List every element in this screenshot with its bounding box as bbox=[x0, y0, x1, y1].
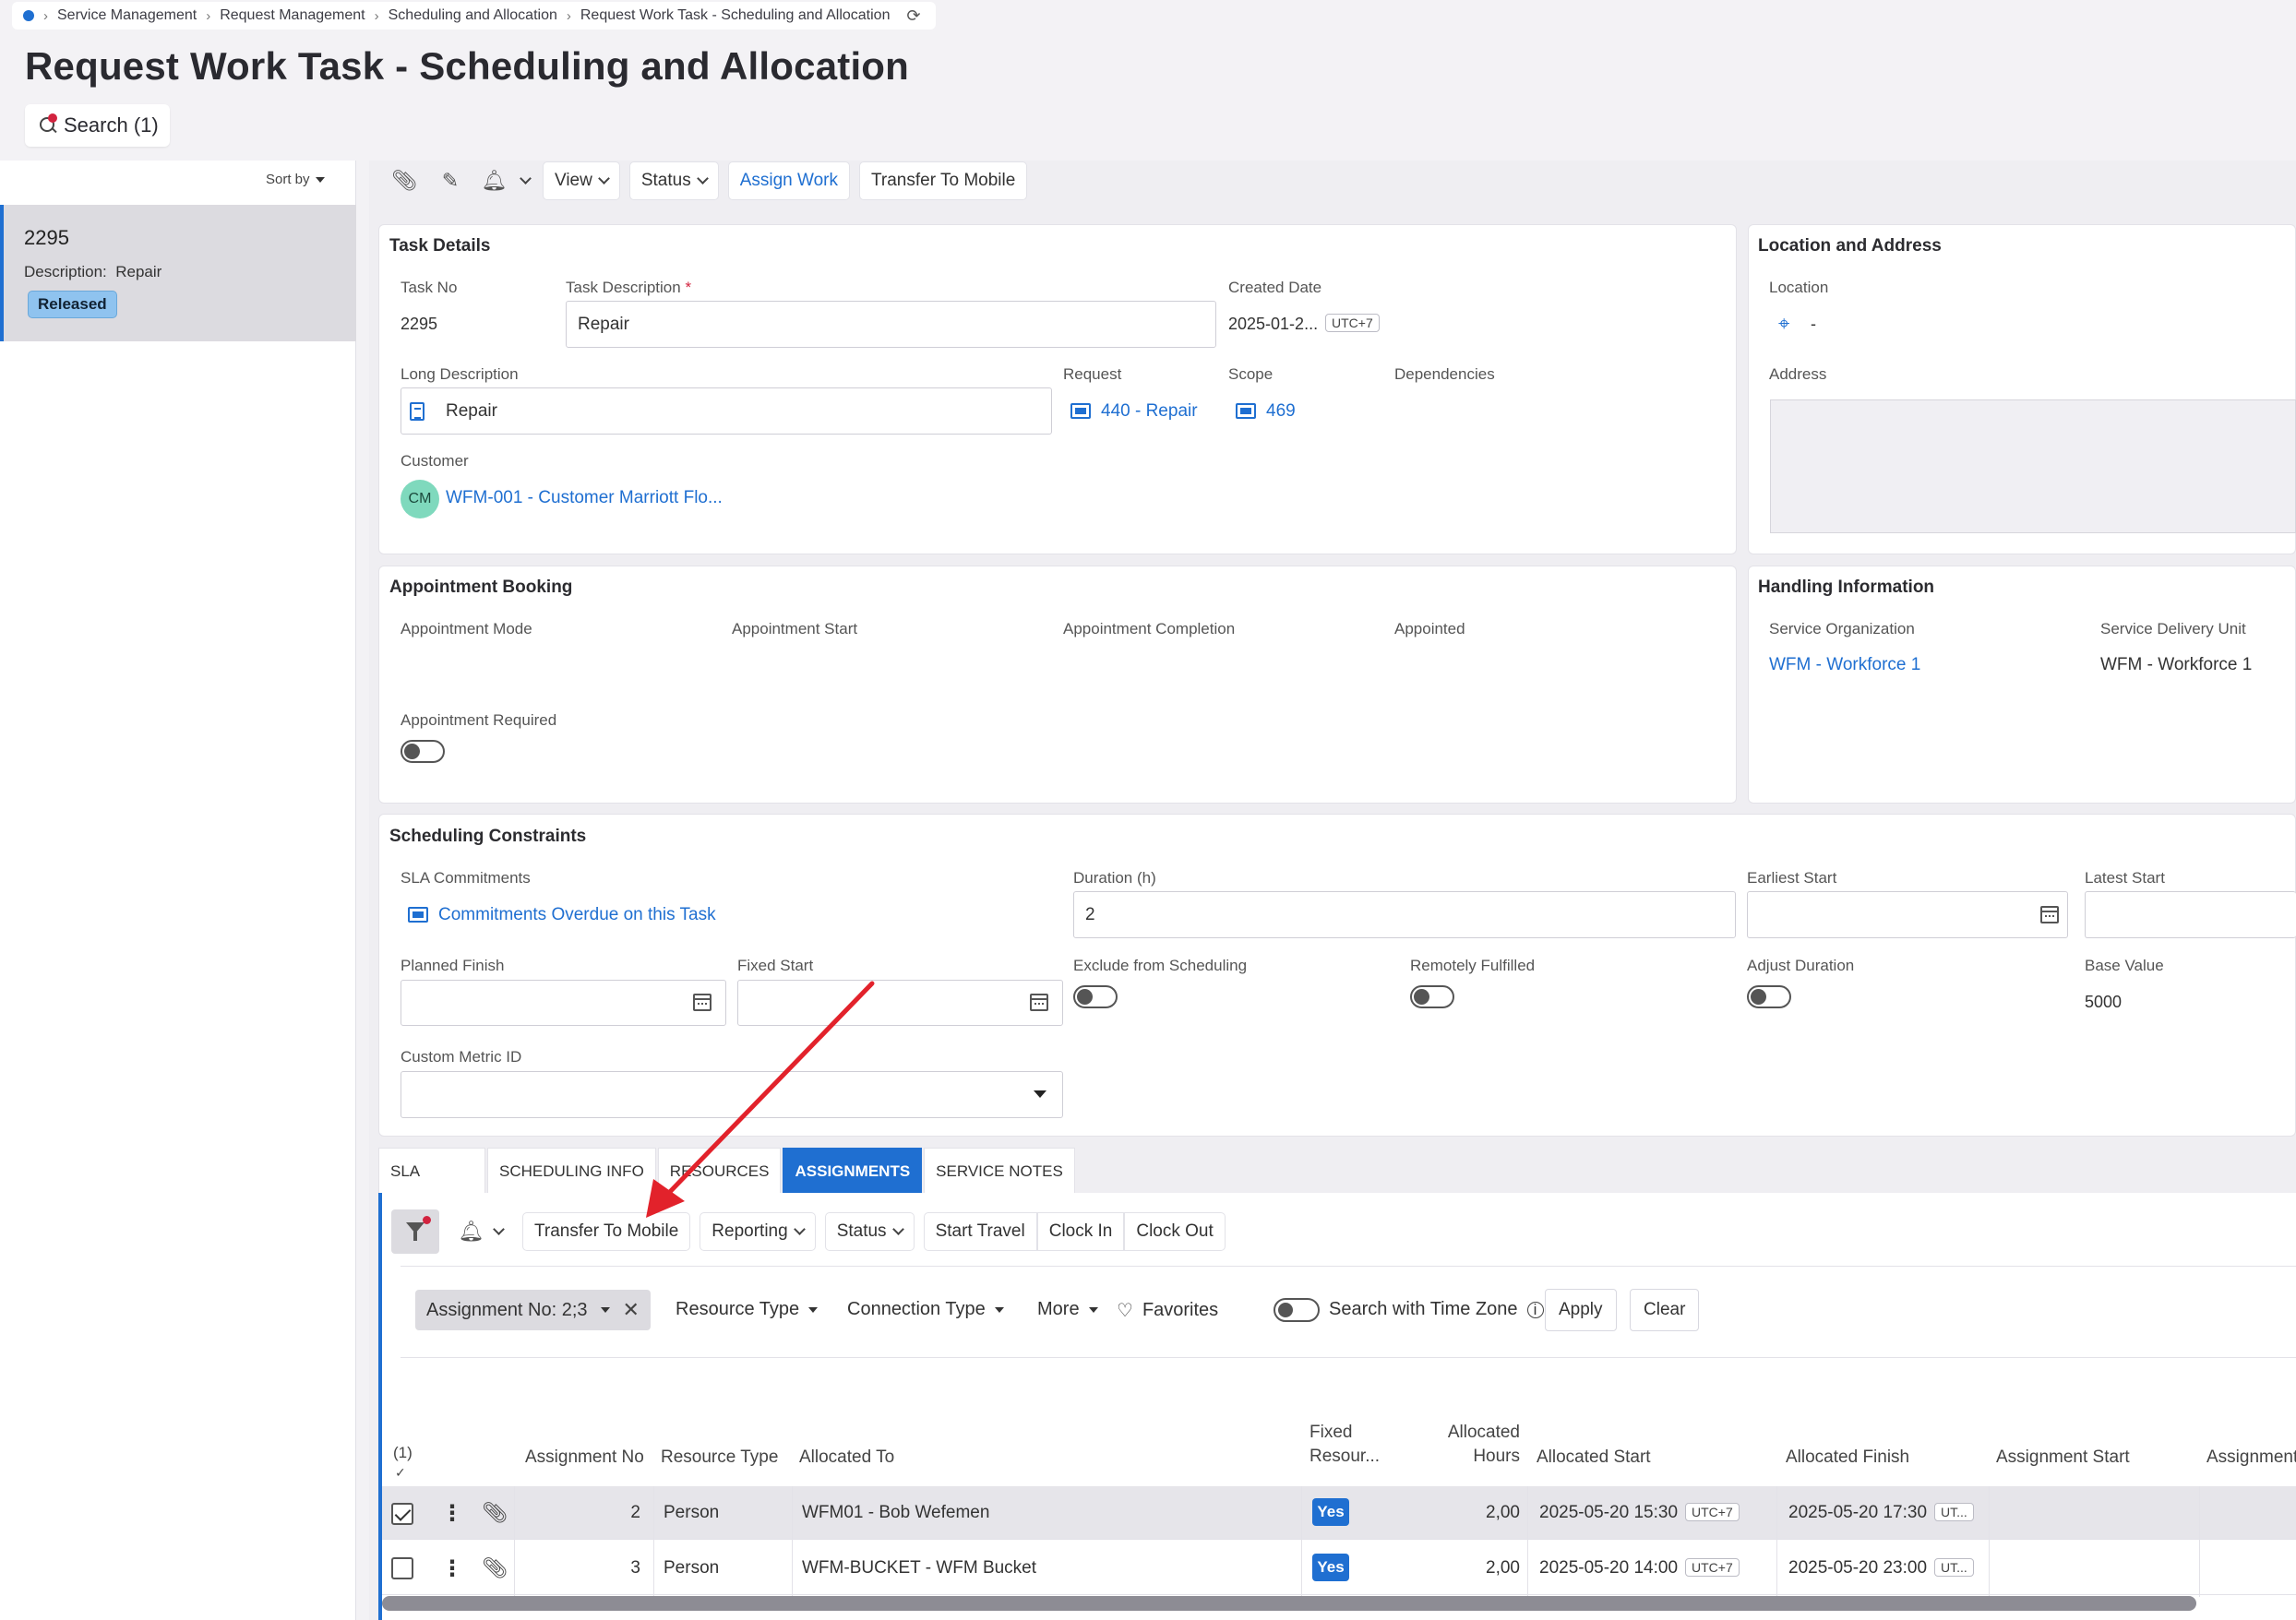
annotation-arrow bbox=[646, 981, 875, 1218]
